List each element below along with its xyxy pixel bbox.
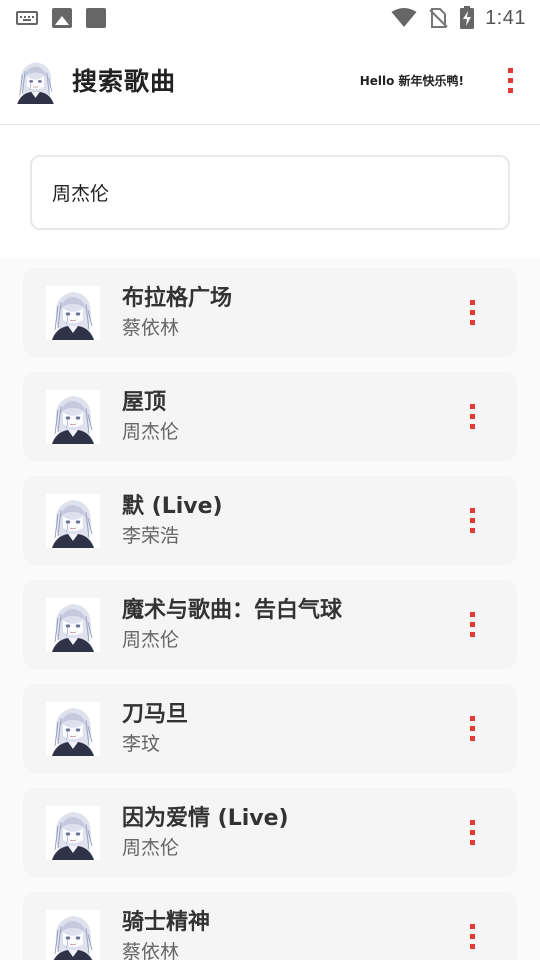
song-title: 布拉格广场 — [122, 285, 233, 311]
more-vertical-icon[interactable] — [460, 924, 484, 949]
status-bar-system: 1:41 — [391, 6, 526, 30]
avatar-image — [12, 57, 59, 104]
song-info: 魔术与歌曲：告白气球 周杰伦 — [122, 596, 342, 654]
more-vertical-icon[interactable] — [460, 508, 484, 533]
more-vertical-icon[interactable] — [460, 300, 484, 325]
song-title: 因为爱情 (Live) — [122, 805, 289, 831]
no-sim-icon — [429, 8, 448, 28]
song-cover-image — [46, 286, 100, 340]
list-item[interactable]: 骑士精神 蔡依林 — [23, 892, 517, 960]
song-artist: 李荣浩 — [122, 524, 180, 547]
song-list[interactable]: 布拉格广场 蔡依林 屋顶 周杰伦 默 (Live) 李荣浩 魔术与歌曲：告白气球… — [0, 258, 540, 960]
song-cover-image — [46, 910, 100, 960]
wifi-icon — [391, 8, 417, 27]
square-icon — [86, 8, 106, 28]
search-box — [30, 155, 510, 230]
more-vertical-icon[interactable] — [460, 716, 484, 741]
app-header: 搜索歌曲 Hello 新年快乐鸭! — [0, 36, 540, 125]
song-cover-image — [46, 702, 100, 756]
list-item[interactable]: 刀马旦 李玟 — [23, 684, 517, 773]
list-item[interactable]: 因为爱情 (Live) 周杰伦 — [23, 788, 517, 877]
song-cover-image — [46, 806, 100, 860]
song-info: 布拉格广场 蔡依林 — [122, 284, 232, 342]
status-bar-notifications — [16, 8, 106, 28]
image-icon — [52, 8, 72, 28]
list-item[interactable]: 默 (Live) 李荣浩 — [23, 476, 517, 565]
battery-charging-icon — [460, 6, 475, 29]
clock: 1:41 — [485, 6, 526, 29]
list-item[interactable]: 布拉格广场 蔡依林 — [23, 268, 517, 357]
song-cover-image — [46, 390, 100, 444]
song-info: 因为爱情 (Live) 周杰伦 — [122, 804, 289, 862]
song-info: 骑士精神 蔡依林 — [122, 908, 210, 960]
search-input[interactable] — [30, 155, 510, 230]
song-artist: 蔡依林 — [122, 940, 180, 960]
song-info: 刀马旦 李玟 — [122, 700, 188, 758]
more-vertical-icon[interactable] — [460, 404, 484, 429]
more-vertical-icon[interactable] — [460, 820, 484, 845]
status-bar: 1:41 — [0, 0, 540, 36]
song-cover-image — [46, 494, 100, 548]
song-artist: 周杰伦 — [122, 420, 180, 443]
song-artist: 蔡依林 — [122, 316, 180, 339]
page-title: 搜索歌曲 — [72, 67, 177, 96]
more-vertical-icon[interactable] — [460, 612, 484, 637]
song-title: 骑士精神 — [122, 909, 211, 935]
list-item[interactable]: 屋顶 周杰伦 — [23, 372, 517, 461]
keyboard-icon — [16, 11, 38, 25]
greeting-text: Hello 新年快乐鸭! — [359, 73, 464, 88]
song-info: 默 (Live) 李荣浩 — [122, 492, 223, 550]
song-info: 屋顶 周杰伦 — [122, 388, 179, 446]
song-artist: 李玟 — [122, 732, 161, 755]
song-title: 魔术与歌曲：告白气球 — [122, 597, 343, 623]
song-title: 默 (Live) — [122, 493, 223, 519]
avatar[interactable] — [12, 57, 59, 104]
song-title: 刀马旦 — [122, 701, 189, 727]
song-artist: 周杰伦 — [122, 836, 180, 859]
song-cover-image — [46, 598, 100, 652]
more-vertical-icon[interactable] — [498, 67, 522, 93]
list-item[interactable]: 魔术与歌曲：告白气球 周杰伦 — [23, 580, 517, 669]
song-title: 屋顶 — [122, 389, 167, 415]
song-artist: 周杰伦 — [122, 628, 180, 651]
